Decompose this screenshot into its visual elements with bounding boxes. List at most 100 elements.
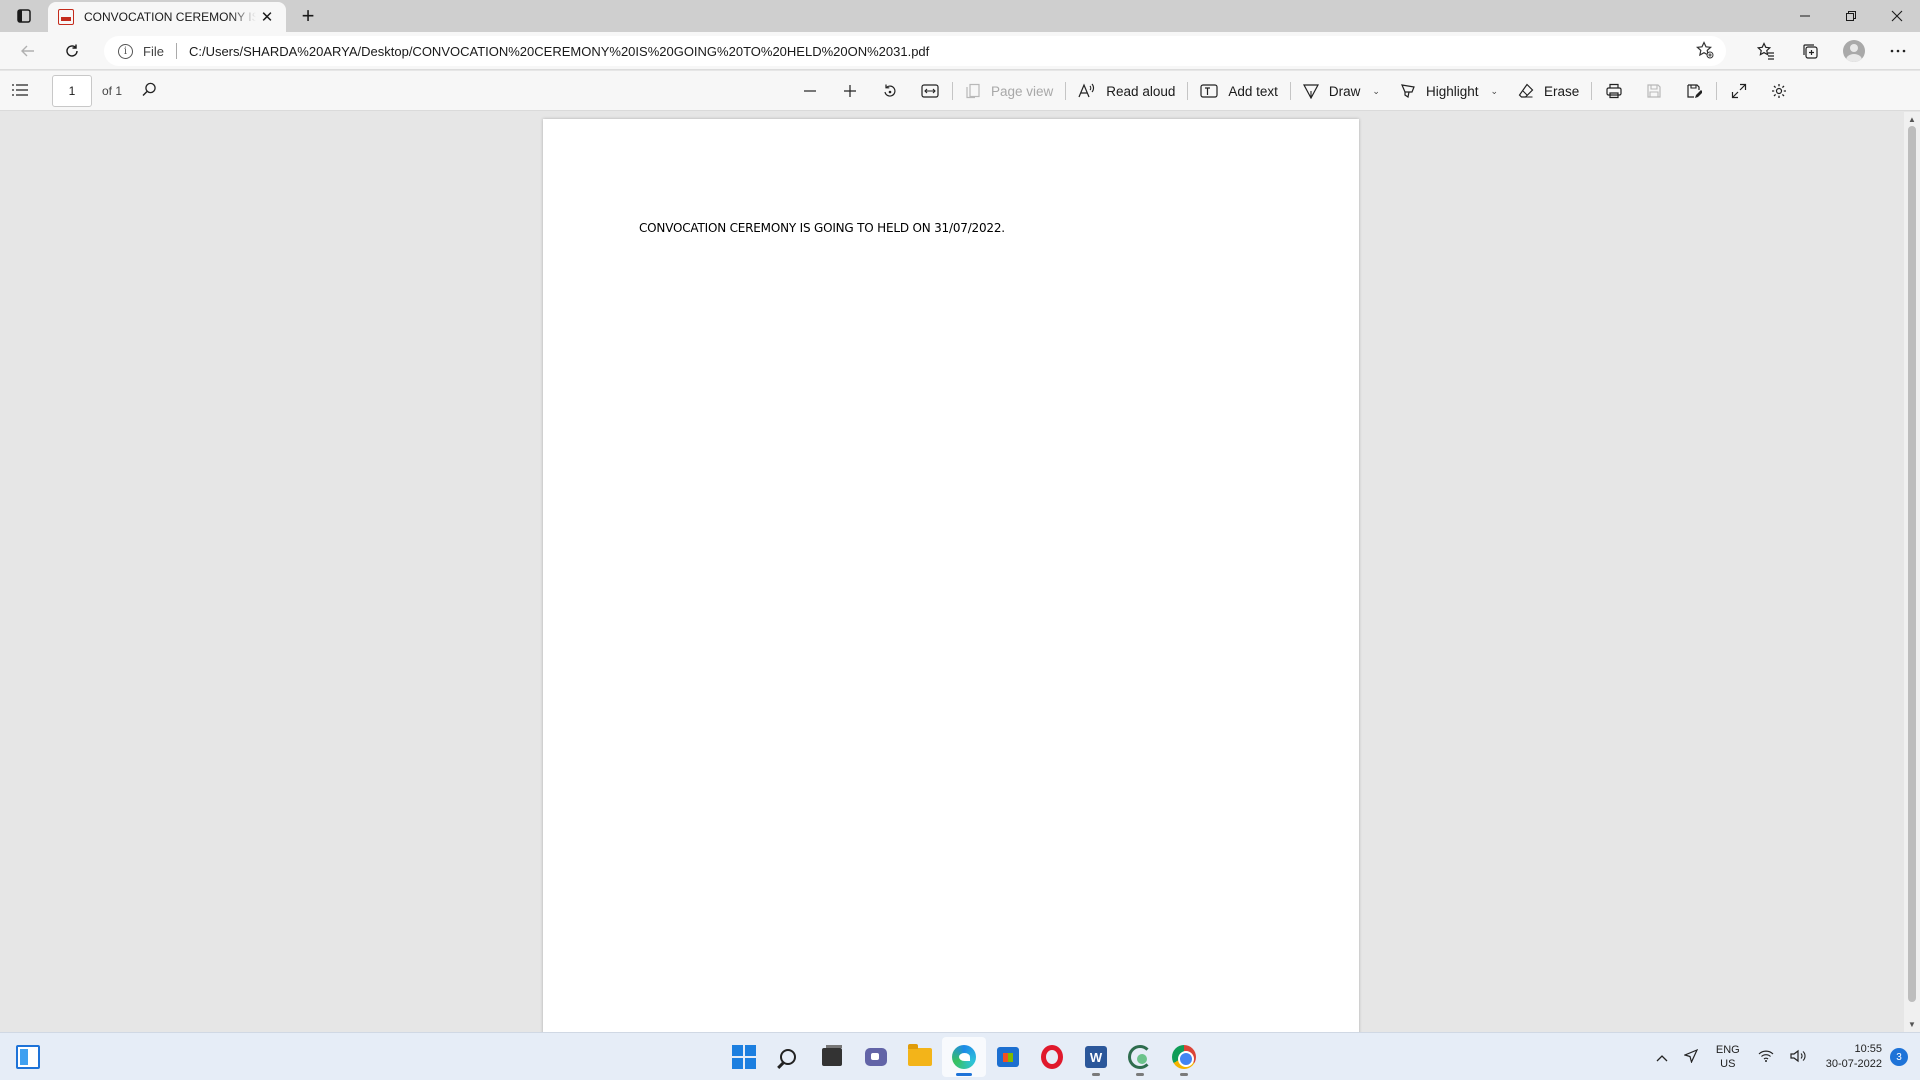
page-view-button[interactable]: Page view: [955, 71, 1063, 111]
scroll-thumb[interactable]: [1908, 126, 1916, 1002]
browser-tab-bar: CONVOCATION CEREMONY IS GOING TO HELD ON…: [0, 0, 1920, 32]
opera-icon: [1041, 1045, 1063, 1069]
chevron-down-icon[interactable]: ⌄: [1372, 86, 1380, 97]
network-button[interactable]: [1750, 1049, 1782, 1065]
draw-button[interactable]: Draw ⌄: [1293, 71, 1390, 111]
erase-label: Erase: [1544, 83, 1580, 99]
zoom-in-button[interactable]: [830, 71, 870, 111]
notification-badge[interactable]: 3: [1890, 1048, 1908, 1066]
speaker-icon: [1790, 1049, 1806, 1062]
wifi-icon: [1758, 1050, 1774, 1062]
back-button[interactable]: [14, 37, 42, 65]
folder-icon: [908, 1044, 932, 1066]
save-button[interactable]: [1634, 71, 1674, 111]
add-text-icon: [1200, 84, 1218, 98]
url-text[interactable]: C:/Users/SHARDA%20ARYA/Desktop/CONVOCATI…: [189, 44, 929, 59]
microsoft-store-button[interactable]: [986, 1037, 1030, 1077]
profile-button[interactable]: [1832, 37, 1876, 65]
word-app-button[interactable]: W: [1074, 1037, 1118, 1077]
toolbar-divider: [952, 82, 953, 100]
snipping-tool-button[interactable]: [1118, 1037, 1162, 1077]
pdf-file-icon: [58, 9, 74, 25]
word-icon: W: [1085, 1046, 1107, 1068]
opera-browser-button[interactable]: [1030, 1037, 1074, 1077]
scroll-down-arrow-icon[interactable]: ▼: [1908, 1020, 1916, 1029]
input-language-indicator[interactable]: ENG US: [1706, 1043, 1750, 1071]
page-number-input[interactable]: 1: [52, 75, 92, 107]
chevron-up-icon: [1656, 1055, 1668, 1062]
search-icon: [780, 1049, 796, 1065]
task-view-button[interactable]: [810, 1037, 854, 1077]
system-tray: ENG US 10:55 30-07-2022 3: [1648, 1033, 1920, 1080]
store-icon: [997, 1047, 1019, 1067]
table-of-contents-icon[interactable]: [12, 83, 36, 99]
plus-icon: [844, 85, 856, 97]
fullscreen-button[interactable]: [1719, 71, 1759, 111]
rotate-icon: [884, 84, 896, 97]
add-text-button[interactable]: Add text: [1190, 71, 1288, 111]
save-icon: [1647, 84, 1661, 98]
new-tab-button[interactable]: +: [294, 2, 322, 30]
pdf-viewer[interactable]: CONVOCATION CEREMONY IS GOING TO HELD ON…: [0, 112, 1904, 1032]
zoom-out-button[interactable]: [790, 71, 830, 111]
location-button[interactable]: [1676, 1048, 1706, 1066]
draw-pen-icon: [1302, 84, 1319, 99]
close-tab-icon[interactable]: ✕: [258, 8, 276, 26]
windows-logo-icon: [732, 1045, 756, 1069]
add-favorite-icon[interactable]: [1696, 41, 1714, 63]
clock-button[interactable]: 10:55 30-07-2022: [1814, 1042, 1890, 1072]
running-indicator: [1136, 1073, 1144, 1076]
gear-icon: [1772, 84, 1787, 98]
vertical-scrollbar[interactable]: ▲ ▼: [1904, 112, 1920, 1032]
save-as-button[interactable]: [1674, 71, 1714, 111]
collections-button[interactable]: [1788, 37, 1832, 65]
close-window-button[interactable]: [1874, 0, 1920, 32]
file-explorer-button[interactable]: [898, 1037, 942, 1077]
widgets-icon[interactable]: [16, 1045, 40, 1069]
print-button[interactable]: [1594, 71, 1634, 111]
highlighter-icon: [1400, 84, 1415, 98]
taskbar-apps: W: [722, 1037, 1206, 1077]
chevron-down-icon[interactable]: ⌄: [1490, 86, 1498, 97]
erase-button[interactable]: Erase: [1508, 71, 1589, 111]
chrome-icon: [1172, 1045, 1196, 1069]
edge-browser-button[interactable]: [942, 1037, 986, 1077]
url-bar[interactable]: i File C:/Users/SHARDA%20ARYA/Desktop/CO…: [104, 36, 1726, 66]
save-as-icon: [1687, 84, 1703, 98]
volume-button[interactable]: [1782, 1049, 1814, 1066]
toolbar-divider: [1065, 82, 1067, 100]
windows-taskbar: W ENG US 10:55 30-07-2022 3: [0, 1032, 1920, 1080]
start-button[interactable]: [722, 1037, 766, 1077]
settings-more-button[interactable]: [1876, 37, 1920, 65]
document-text-line: CONVOCATION CEREMONY IS GOING TO HELD ON…: [639, 221, 1005, 235]
tab-actions-button[interactable]: [12, 6, 36, 26]
collections-icon: [1803, 44, 1818, 59]
running-indicator: [956, 1073, 972, 1076]
rotate-button[interactable]: [870, 71, 910, 111]
search-button[interactable]: [766, 1037, 810, 1077]
site-info-icon[interactable]: i: [118, 43, 133, 59]
minimize-icon: [1800, 15, 1810, 17]
browser-tab-active[interactable]: CONVOCATION CEREMONY IS GOING TO HELD ON…: [48, 2, 286, 32]
highlight-label: Highlight: [1425, 83, 1479, 99]
page-total-label: of 1: [102, 84, 123, 98]
browser-toolbar-right: [1744, 37, 1920, 65]
toolbar-divider: [1716, 82, 1718, 100]
scroll-up-arrow-icon[interactable]: ▲: [1908, 115, 1916, 124]
fit-to-width-button[interactable]: [910, 71, 950, 111]
highlight-button[interactable]: Highlight ⌄: [1390, 71, 1508, 111]
teams-chat-button[interactable]: [854, 1037, 898, 1077]
pdf-tools: Page view Read aloud Add text Draw ⌄ Hig…: [790, 71, 1799, 111]
add-text-label: Add text: [1228, 83, 1278, 99]
read-aloud-button[interactable]: Read aloud: [1068, 71, 1185, 111]
favorites-button[interactable]: [1744, 37, 1788, 65]
minimize-button[interactable]: [1782, 0, 1828, 32]
chrome-browser-button[interactable]: [1162, 1037, 1206, 1077]
find-search-icon[interactable]: [142, 82, 157, 101]
show-hidden-icons-button[interactable]: [1648, 1049, 1676, 1065]
refresh-button[interactable]: [58, 37, 86, 65]
restore-icon: [1846, 11, 1856, 21]
restore-button[interactable]: [1828, 0, 1874, 32]
url-divider: [175, 43, 177, 59]
pdf-settings-button[interactable]: [1759, 71, 1799, 111]
